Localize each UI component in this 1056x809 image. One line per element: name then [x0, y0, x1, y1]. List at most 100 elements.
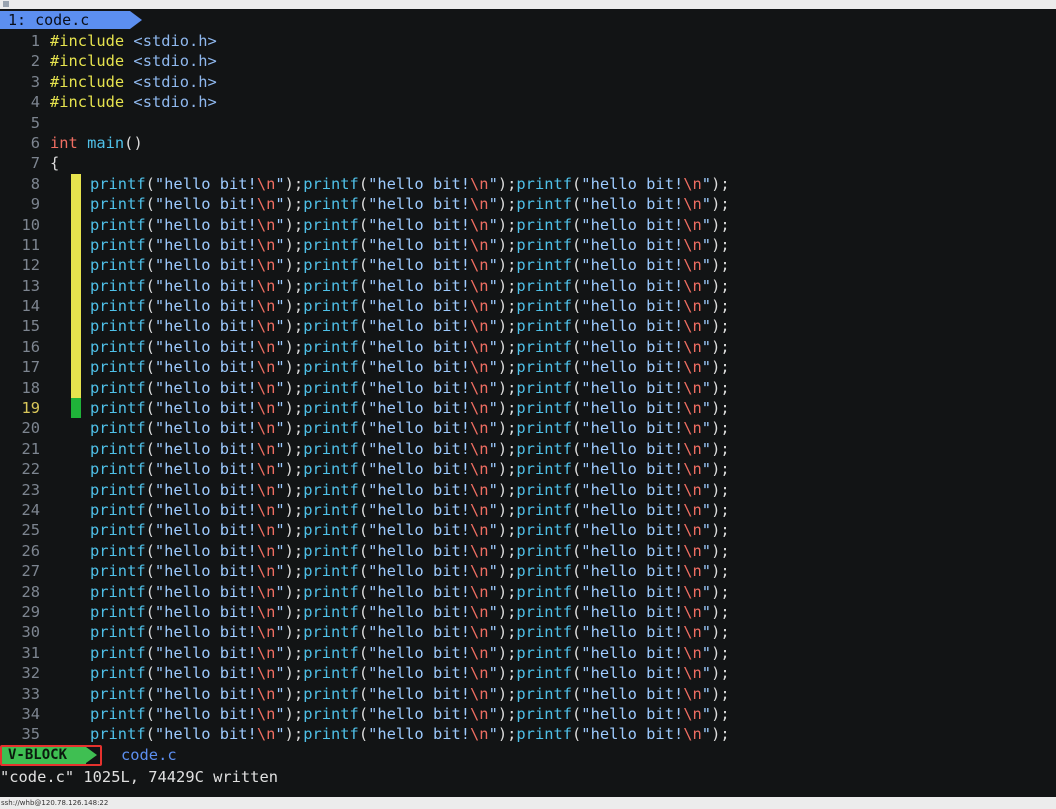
paren-open: ( — [145, 602, 155, 621]
string-literal: "hello bit! — [581, 256, 684, 275]
line-number: 9 — [30, 195, 40, 214]
line-number: 26 — [21, 541, 40, 560]
code-line[interactable]: 23 printf("hello bit!\n");printf("hello b… — [0, 480, 1056, 500]
code-line[interactable]: 4 #include <stdio.h> — [0, 92, 1056, 112]
code-line[interactable]: 1 #include <stdio.h> — [0, 31, 1056, 51]
code-line[interactable]: 27 printf("hello bit!\n");printf("hello b… — [0, 561, 1056, 581]
paren-open: ( — [145, 419, 155, 438]
string-literal: "hello bit! — [154, 358, 257, 377]
code-line[interactable]: 29 printf("hello bit!\n");printf("hello b… — [0, 602, 1056, 622]
code-line[interactable]: 32 printf("hello bit!\n");printf("hello b… — [0, 663, 1056, 683]
code-line[interactable]: 33 printf("hello bit!\n");printf("hello b… — [0, 684, 1056, 704]
code-line[interactable]: 20 printf("hello bit!\n");printf("hello b… — [0, 418, 1056, 438]
command-line[interactable]: "code.c" 1025L, 74429C written — [0, 767, 1056, 787]
paren-open: ( — [145, 460, 155, 479]
code-line[interactable]: 31 printf("hello bit!\n");printf("hello b… — [0, 643, 1056, 663]
code-line[interactable]: 7{ — [0, 153, 1056, 173]
paren-close: ); — [711, 174, 730, 193]
string-literal: "hello bit! — [154, 500, 257, 519]
string-quote: " — [488, 419, 498, 438]
escape-sequence: \n — [256, 643, 276, 662]
code-line[interactable]: 12 printf("hello bit!\n");printf("hello b… — [0, 255, 1056, 276]
code-line[interactable]: 24 printf("hello bit!\n");printf("hello b… — [0, 500, 1056, 520]
string-literal: "hello bit! — [581, 399, 684, 418]
paren-close: ); — [497, 562, 517, 581]
paren-close: ); — [497, 399, 517, 418]
code-line[interactable]: 2 #include <stdio.h> — [0, 51, 1056, 71]
terminal-window[interactable]: 1: code.c 1 #include <stdio.h> 2 #include <… — [0, 9, 1056, 797]
paren-open: ( — [145, 562, 155, 581]
code-text: printf("hello bit!\n");printf("hello bit… — [90, 276, 730, 296]
printf-call: printf — [303, 439, 359, 458]
string-quote: " — [275, 582, 285, 601]
code-line[interactable]: 6 int main() — [0, 133, 1056, 153]
code-line[interactable]: 11 printf("hello bit!\n");printf("hello b… — [0, 234, 1056, 256]
escape-sequence: \n — [470, 521, 489, 540]
paren-close: ); — [284, 235, 304, 254]
code-line[interactable]: 21 printf("hello bit!\n");printf("hello b… — [0, 439, 1056, 459]
paren-close: ); — [711, 664, 730, 683]
code-text: printf("hello bit!\n");printf("hello bit… — [90, 582, 730, 602]
code-line[interactable]: 22 printf("hello bit!\n");printf("hello b… — [0, 459, 1056, 479]
code-line[interactable]: 26 printf("hello bit!\n");printf("hello b… — [0, 541, 1056, 561]
string-quote: " — [275, 337, 285, 356]
code-line[interactable]: 16 printf("hello bit!\n");printf("hello b… — [0, 336, 1056, 358]
string-quote: " — [488, 704, 498, 723]
printf-call: printf — [90, 235, 146, 254]
code-editor[interactable]: 1 #include <stdio.h> 2 #include <stdio.h> 3 #… — [0, 31, 1056, 745]
code-line[interactable]: 17 printf("hello bit!\n");printf("hello b… — [0, 357, 1056, 378]
string-literal: "hello bit! — [368, 174, 471, 193]
paren-open: ( — [358, 500, 369, 519]
code-line[interactable]: 19 printf("hello bit!\n");printf("hello b… — [0, 398, 1056, 419]
paren-close: ); — [711, 460, 730, 479]
code-line[interactable]: 35 printf("hello bit!\n");printf("hello b… — [0, 724, 1056, 744]
string-literal: "hello bit! — [368, 562, 471, 581]
code-line[interactable]: 3 #include <stdio.h> — [0, 72, 1056, 92]
string-quote: " — [275, 684, 285, 703]
line-number: 31 — [21, 643, 40, 662]
string-quote: " — [488, 276, 498, 295]
escape-sequence: \n — [256, 378, 276, 397]
escape-sequence: \n — [256, 195, 276, 214]
string-literal: "hello bit! — [581, 460, 684, 479]
visual-block-selection — [71, 234, 81, 256]
code-line[interactable]: 10 printf("hello bit!\n");printf("hello b… — [0, 214, 1056, 235]
string-quote: " — [701, 235, 712, 254]
escape-sequence: \n — [683, 358, 702, 377]
code-line[interactable]: 8 printf("hello bit!\n");printf("hello bi… — [0, 173, 1056, 195]
paren-open: ( — [358, 419, 369, 438]
printf-call: printf — [516, 541, 573, 560]
code-line[interactable]: 18 printf("hello bit!\n");printf("hello b… — [0, 377, 1056, 399]
paren-close: ); — [284, 602, 304, 621]
string-quote: " — [488, 378, 498, 397]
code-line[interactable]: 13 printf("hello bit!\n");printf("hello b… — [0, 275, 1056, 297]
code-line[interactable]: 14 printf("hello bit!\n");printf("hello b… — [0, 296, 1056, 317]
string-quote: " — [701, 337, 712, 356]
code-text: printf("hello bit!\n");printf("hello bit… — [90, 480, 730, 500]
string-literal: "hello bit! — [154, 276, 257, 295]
code-line[interactable]: 34 printf("hello bit!\n");printf("hello b… — [0, 704, 1056, 724]
tab-code-c[interactable]: 1: code.c — [0, 11, 130, 29]
paren-close: ); — [497, 317, 517, 336]
code-line[interactable]: 9 printf("hello bit!\n");printf("hello bi… — [0, 194, 1056, 215]
paren-open: ( — [358, 399, 369, 418]
line-number: 6 — [30, 133, 40, 152]
printf-call: printf — [90, 664, 146, 683]
paren-close: ); — [711, 337, 730, 356]
code-line[interactable]: 30 printf("hello bit!\n");printf("hello b… — [0, 622, 1056, 642]
printf-call: printf — [303, 480, 359, 499]
paren-open: ( — [145, 521, 155, 540]
paren-open: ( — [572, 582, 582, 601]
code-line[interactable]: 25 printf("hello bit!\n");printf("hello b… — [0, 520, 1056, 540]
code-line[interactable]: 5 — [0, 113, 1056, 133]
paren-open: ( — [572, 521, 582, 540]
escape-sequence: \n — [470, 215, 489, 234]
paren-open: ( — [572, 256, 582, 275]
paren-close: ); — [284, 317, 304, 336]
printf-call: printf — [303, 562, 359, 581]
code-line[interactable]: 15 printf("hello bit!\n");printf("hello b… — [0, 316, 1056, 337]
code-line[interactable]: 28 printf("hello bit!\n");printf("hello b… — [0, 582, 1056, 602]
string-literal: "hello bit! — [368, 521, 471, 540]
escape-sequence: \n — [683, 480, 702, 499]
printf-call: printf — [90, 419, 146, 438]
